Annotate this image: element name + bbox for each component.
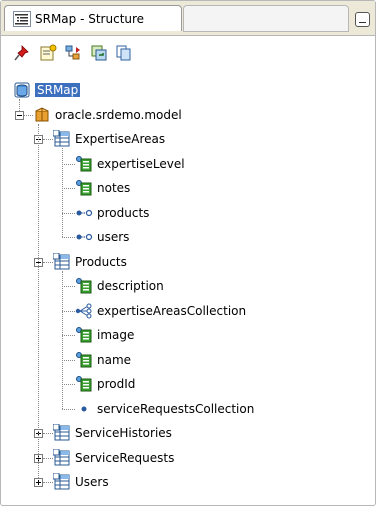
tree-guide-line bbox=[43, 261, 53, 263]
tree-node-label: SRMap bbox=[35, 83, 81, 97]
attribute-icon bbox=[76, 351, 92, 367]
tree-node-entity[interactable]: ServiceRequests bbox=[53, 447, 174, 469]
table-icon bbox=[53, 130, 70, 147]
tree-node-label: Users bbox=[75, 475, 109, 489]
attribute-icon bbox=[76, 327, 92, 343]
tree-node-label: image bbox=[97, 328, 135, 342]
tree-node-entity[interactable]: ServiceHistories bbox=[53, 422, 172, 444]
copy-icon[interactable] bbox=[115, 44, 133, 62]
tree-guide-line bbox=[62, 237, 75, 238]
tree-guide-line bbox=[62, 384, 75, 385]
collection-icon bbox=[75, 303, 92, 318]
package-icon bbox=[35, 106, 49, 121]
tree-node-label: oracle.srdemo.model bbox=[55, 107, 182, 122]
tree-guide-line bbox=[62, 148, 63, 237]
tree-node-label: expertiseAreasCollection bbox=[97, 303, 247, 318]
tree-guide-line bbox=[62, 408, 75, 410]
tree-node-attribute[interactable]: notes bbox=[75, 177, 130, 199]
table-icon bbox=[53, 448, 70, 465]
tree-guide-line bbox=[43, 482, 53, 483]
tree-node-root[interactable]: SRMap bbox=[13, 79, 81, 101]
attribute-icon bbox=[76, 155, 92, 171]
tree-guide-line bbox=[62, 359, 75, 361]
tree-node-package[interactable]: oracle.srdemo.model bbox=[33, 104, 182, 126]
structure-tree: SRMap oracle.srdemo.model ExpertiseAreas ex… bbox=[1, 79, 375, 499]
tab-title: SRMap - Structure bbox=[35, 11, 145, 26]
table-icon bbox=[53, 252, 70, 269]
expand-toggle[interactable] bbox=[34, 478, 43, 487]
structure-icon bbox=[13, 10, 31, 27]
tree-node-label: notes bbox=[97, 181, 131, 195]
reference-icon bbox=[76, 233, 93, 241]
tree-guide-line bbox=[62, 212, 75, 214]
database-icon bbox=[14, 82, 30, 98]
structure-window: SRMap - Structure SRMap oracle.srdemo.mo… bbox=[0, 0, 376, 506]
tree-node-attribute[interactable]: expertiseLevel bbox=[75, 153, 185, 175]
tree-node-label: ServiceHistories bbox=[75, 426, 172, 440]
tree-guide-line bbox=[62, 310, 75, 312]
tree-node-reference[interactable]: users bbox=[75, 226, 129, 248]
tree-node-entity[interactable]: Users bbox=[53, 471, 109, 493]
tree-guide-line bbox=[62, 163, 75, 165]
refresh-icon[interactable] bbox=[90, 44, 108, 62]
tree-node-collection[interactable]: expertiseAreasCollection bbox=[75, 300, 246, 322]
tab-bar: SRMap - Structure bbox=[1, 1, 375, 36]
pin-icon[interactable] bbox=[13, 44, 31, 62]
tree-node-label: ExpertiseAreas bbox=[75, 132, 166, 146]
tree-guide-line bbox=[43, 433, 53, 434]
toolbar bbox=[1, 37, 375, 67]
tree-node-attribute[interactable]: name bbox=[75, 349, 131, 371]
tab-strip-empty bbox=[183, 5, 349, 32]
new-note-icon[interactable] bbox=[39, 44, 57, 62]
tree-guide-line bbox=[19, 99, 20, 111]
table-icon bbox=[53, 473, 70, 490]
tree-node-attribute[interactable]: image bbox=[75, 324, 134, 346]
link-icon bbox=[81, 406, 87, 411]
tree-node-label: serviceRequestsCollection bbox=[97, 401, 255, 416]
tree-node-reference[interactable]: products bbox=[75, 202, 149, 224]
tree-node-attribute[interactable]: description bbox=[75, 275, 164, 297]
table-icon bbox=[53, 424, 70, 441]
tree-guide-line bbox=[62, 188, 75, 189]
tree-guide-line bbox=[62, 286, 75, 287]
attribute-icon bbox=[76, 278, 92, 294]
tree-node-link[interactable]: serviceRequestsCollection bbox=[75, 398, 254, 420]
tree-guide-line bbox=[43, 139, 53, 140]
tree-node-attribute[interactable]: prodId bbox=[75, 373, 135, 395]
tree-node-label: Products bbox=[75, 254, 127, 269]
hierarchy-icon[interactable] bbox=[64, 44, 82, 62]
tree-node-label: users bbox=[97, 230, 130, 244]
tree-guide-line bbox=[24, 114, 33, 116]
reference-icon bbox=[76, 209, 93, 216]
tree-node-entity[interactable]: Products bbox=[53, 251, 127, 273]
attribute-icon bbox=[76, 376, 92, 392]
tree-guide-line bbox=[62, 270, 63, 409]
tree-node-entity[interactable]: ExpertiseAreas bbox=[53, 128, 165, 150]
tab-srmap-structure[interactable]: SRMap - Structure bbox=[4, 5, 182, 31]
tree-node-label: name bbox=[97, 352, 132, 367]
tree-guide-line bbox=[38, 123, 39, 478]
tree-guide-line bbox=[43, 457, 53, 459]
tree-node-label: ServiceRequests bbox=[75, 450, 175, 465]
collapse-toggle[interactable] bbox=[15, 110, 24, 120]
attribute-icon bbox=[76, 180, 92, 196]
tree-node-label: expertiseLevel bbox=[97, 156, 185, 171]
tree-node-label: description bbox=[97, 279, 164, 293]
tree-node-label: products bbox=[97, 205, 150, 220]
tree-guide-line bbox=[62, 335, 75, 336]
minimize-button[interactable] bbox=[355, 12, 370, 27]
tree-node-label: prodId bbox=[97, 377, 136, 391]
